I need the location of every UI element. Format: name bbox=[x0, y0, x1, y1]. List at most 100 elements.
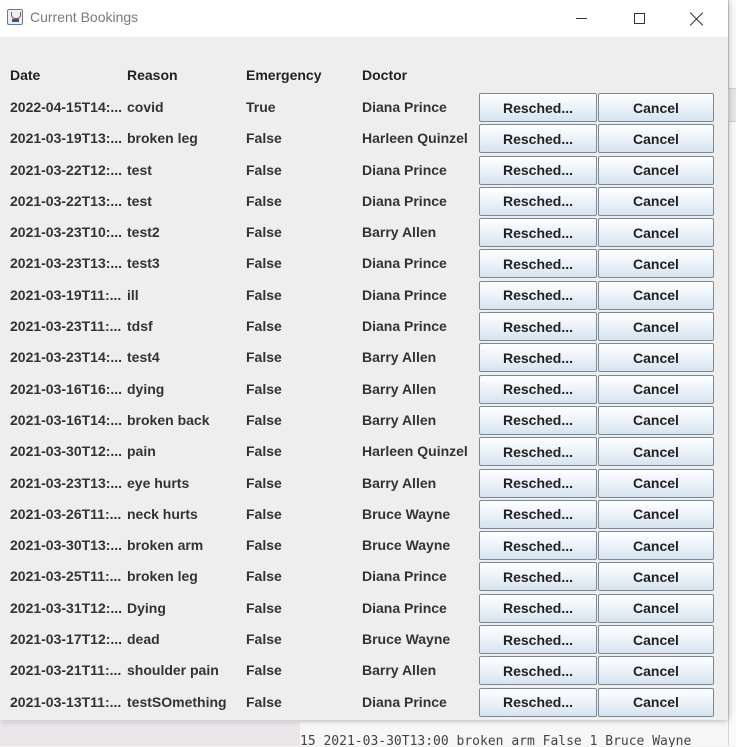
booking-reason: pain bbox=[127, 443, 156, 460]
booking-date: 2021-03-16T14:... bbox=[10, 411, 123, 428]
reschedule-button[interactable]: Resched... bbox=[479, 468, 597, 498]
booking-date: 2021-03-23T13:... bbox=[10, 255, 123, 272]
booking-emergency: False bbox=[246, 224, 282, 241]
close-button[interactable] bbox=[668, 0, 726, 37]
reschedule-button[interactable]: Resched... bbox=[479, 437, 597, 467]
booking-date: 2021-03-30T12:... bbox=[10, 443, 123, 460]
booking-doctor: Barry Allen bbox=[362, 224, 437, 241]
booking-reason: broken arm bbox=[127, 537, 204, 554]
background-panel bbox=[0, 722, 300, 746]
cancel-button[interactable]: Cancel bbox=[598, 343, 714, 373]
cancel-button[interactable]: Cancel bbox=[598, 499, 714, 529]
table-row: 2021-03-23T11:... tdsf False Diana Prince Re… bbox=[0, 311, 728, 342]
booking-emergency: True bbox=[246, 99, 276, 115]
reschedule-button[interactable]: Resched... bbox=[479, 625, 597, 655]
cancel-button[interactable]: Cancel bbox=[598, 593, 714, 623]
reschedule-button[interactable]: Resched... bbox=[479, 312, 597, 342]
reschedule-button[interactable]: Resched... bbox=[479, 374, 597, 404]
table-row: 2021-03-31T12:... Dying False Diana Prince R… bbox=[0, 593, 728, 624]
booking-emergency: False bbox=[246, 568, 282, 585]
reschedule-button[interactable]: Resched... bbox=[479, 218, 597, 248]
booking-date: 2021-03-19T11:... bbox=[10, 286, 122, 303]
table-row: 2021-03-17T12:... dead False Bruce Wayne Res… bbox=[0, 624, 728, 655]
booking-doctor: Diana Prince bbox=[362, 599, 447, 616]
minimize-button[interactable] bbox=[552, 0, 610, 37]
reschedule-button[interactable]: Resched... bbox=[479, 343, 597, 373]
booking-reason: dead bbox=[127, 631, 160, 648]
background-console-text: 15 2021-03-30T13:00 broken arm False 1 B… bbox=[300, 735, 692, 747]
cancel-button[interactable]: Cancel bbox=[598, 687, 714, 717]
booking-doctor: Diana Prince bbox=[362, 161, 447, 178]
cancel-button[interactable]: Cancel bbox=[598, 312, 714, 342]
reschedule-button[interactable]: Resched... bbox=[479, 93, 597, 122]
booking-emergency: False bbox=[246, 693, 282, 710]
reschedule-button[interactable]: Resched... bbox=[479, 249, 597, 279]
booking-reason: broken leg bbox=[127, 568, 198, 585]
booking-reason: covid bbox=[127, 99, 164, 115]
maximize-icon bbox=[633, 13, 645, 24]
booking-doctor: Bruce Wayne bbox=[362, 505, 451, 522]
booking-emergency: False bbox=[246, 505, 282, 522]
cancel-button[interactable]: Cancel bbox=[598, 625, 714, 655]
reschedule-button[interactable]: Resched... bbox=[479, 562, 597, 592]
booking-date: 2021-03-13T11:... bbox=[10, 693, 122, 710]
booking-reason: tdsf bbox=[127, 318, 153, 335]
reschedule-button[interactable]: Resched... bbox=[479, 499, 597, 529]
reschedule-button[interactable]: Resched... bbox=[479, 531, 597, 561]
booking-emergency: False bbox=[246, 662, 282, 679]
booking-date: 2021-03-31T12:... bbox=[10, 599, 123, 616]
cancel-button[interactable]: Cancel bbox=[598, 218, 714, 248]
table-row: 2021-03-30T13:... broken arm False Bruce Wa… bbox=[0, 530, 728, 561]
cancel-button[interactable]: Cancel bbox=[598, 124, 714, 154]
cancel-button[interactable]: Cancel bbox=[598, 374, 714, 404]
cancel-button[interactable]: Cancel bbox=[598, 562, 714, 592]
booking-emergency: False bbox=[246, 161, 282, 178]
maximize-button[interactable] bbox=[610, 0, 668, 37]
booking-doctor: Bruce Wayne bbox=[362, 631, 451, 648]
reschedule-button[interactable]: Resched... bbox=[479, 155, 597, 185]
booking-doctor: Bruce Wayne bbox=[362, 537, 451, 554]
booking-emergency: False bbox=[246, 255, 282, 272]
title-bar[interactable]: Current Bookings bbox=[0, 0, 728, 37]
booking-emergency: False bbox=[246, 130, 282, 147]
booking-date: 2021-03-25T11:... bbox=[10, 568, 122, 585]
cancel-button[interactable]: Cancel bbox=[598, 249, 714, 279]
cancel-button[interactable]: Cancel bbox=[598, 93, 714, 122]
booking-reason: shoulder pain bbox=[127, 662, 219, 679]
cancel-button[interactable]: Cancel bbox=[598, 656, 714, 686]
booking-doctor: Barry Allen bbox=[362, 411, 437, 428]
reschedule-button[interactable]: Resched... bbox=[479, 656, 597, 686]
booking-reason: eye hurts bbox=[127, 474, 190, 491]
table-row: 2021-03-16T16:... dying False Barry Allen Re… bbox=[0, 374, 728, 405]
booking-reason: Dying bbox=[127, 599, 166, 616]
java-app-icon bbox=[7, 9, 23, 25]
cancel-button[interactable]: Cancel bbox=[598, 280, 714, 310]
cancel-button[interactable]: Cancel bbox=[598, 155, 714, 185]
booking-date: 2021-03-17T12:... bbox=[10, 631, 123, 648]
minimize-icon bbox=[575, 18, 587, 19]
cancel-button[interactable]: Cancel bbox=[598, 468, 714, 498]
reschedule-button[interactable]: Resched... bbox=[479, 280, 597, 310]
booking-emergency: False bbox=[246, 474, 282, 491]
booking-doctor: Harleen Quinzel bbox=[362, 443, 468, 460]
table-header: Date Reason Emergency Doctor bbox=[0, 67, 728, 87]
reschedule-button[interactable]: Resched... bbox=[479, 186, 597, 216]
booking-date: 2021-03-22T13:... bbox=[10, 192, 123, 209]
booking-emergency: False bbox=[246, 192, 282, 209]
booking-doctor: Diana Prince bbox=[362, 255, 447, 272]
reschedule-button[interactable]: Resched... bbox=[479, 405, 597, 435]
booking-reason: test2 bbox=[127, 224, 160, 241]
reschedule-button[interactable]: Resched... bbox=[479, 593, 597, 623]
table-row: 2021-03-30T12:... pain False Harleen Quinze… bbox=[0, 436, 728, 467]
header-doctor: Doctor bbox=[362, 67, 408, 83]
cancel-button[interactable]: Cancel bbox=[598, 531, 714, 561]
cancel-button[interactable]: Cancel bbox=[598, 437, 714, 467]
cancel-button[interactable]: Cancel bbox=[598, 186, 714, 216]
booking-doctor: Barry Allen bbox=[362, 662, 437, 679]
reschedule-button[interactable]: Resched... bbox=[479, 124, 597, 154]
cancel-button[interactable]: Cancel bbox=[598, 405, 714, 435]
reschedule-button[interactable]: Resched... bbox=[479, 687, 597, 717]
header-emergency: Emergency bbox=[246, 67, 322, 83]
background-tab bbox=[728, 88, 736, 122]
table-row: 2021-03-13T11:... testSOmething False Diana… bbox=[0, 687, 728, 718]
